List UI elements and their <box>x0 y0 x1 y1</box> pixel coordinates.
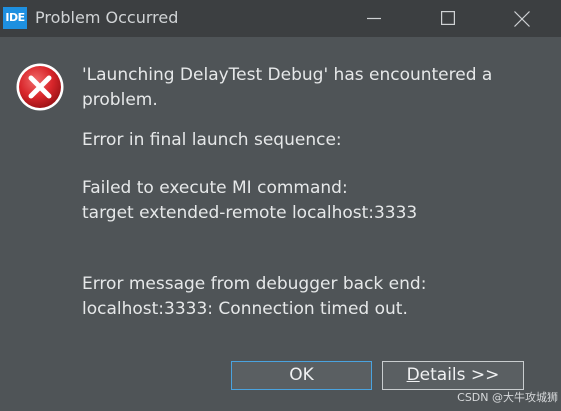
details-label: etails >> <box>419 365 500 385</box>
maximize-icon <box>441 11 455 25</box>
ide-app-icon: IDE <box>3 7 27 29</box>
ok-button[interactable]: OK <box>231 361 372 390</box>
close-icon <box>514 11 530 27</box>
details-button[interactable]: Details >> <box>382 361 524 390</box>
watermark: CSDN @大牛攻城狮 <box>457 391 558 404</box>
message-line-1: 'Launching DelayTest Debug' has encounte… <box>82 65 493 85</box>
window-title: Problem Occurred <box>35 8 179 27</box>
details-mnemonic: D <box>406 365 420 385</box>
minimize-button[interactable] <box>351 0 397 37</box>
message-line-3: Error in final launch sequence: <box>82 130 342 150</box>
error-icon <box>16 63 64 111</box>
close-button[interactable] <box>498 0 544 37</box>
title-bar[interactable]: IDE Problem Occurred <box>0 0 561 37</box>
maximize-button[interactable] <box>425 0 471 37</box>
message-line-6: Error message from debugger back end: <box>82 274 427 294</box>
message-line-4: Failed to execute MI command: <box>82 178 348 198</box>
message-line-5: target extended-remote localhost:3333 <box>82 203 418 223</box>
message-line-2: problem. <box>82 90 158 110</box>
problem-dialog: IDE Problem Occurred 'Launching DelayTes… <box>0 0 561 411</box>
minimize-icon <box>367 17 381 20</box>
message-line-7: localhost:3333: Connection timed out. <box>82 299 408 319</box>
